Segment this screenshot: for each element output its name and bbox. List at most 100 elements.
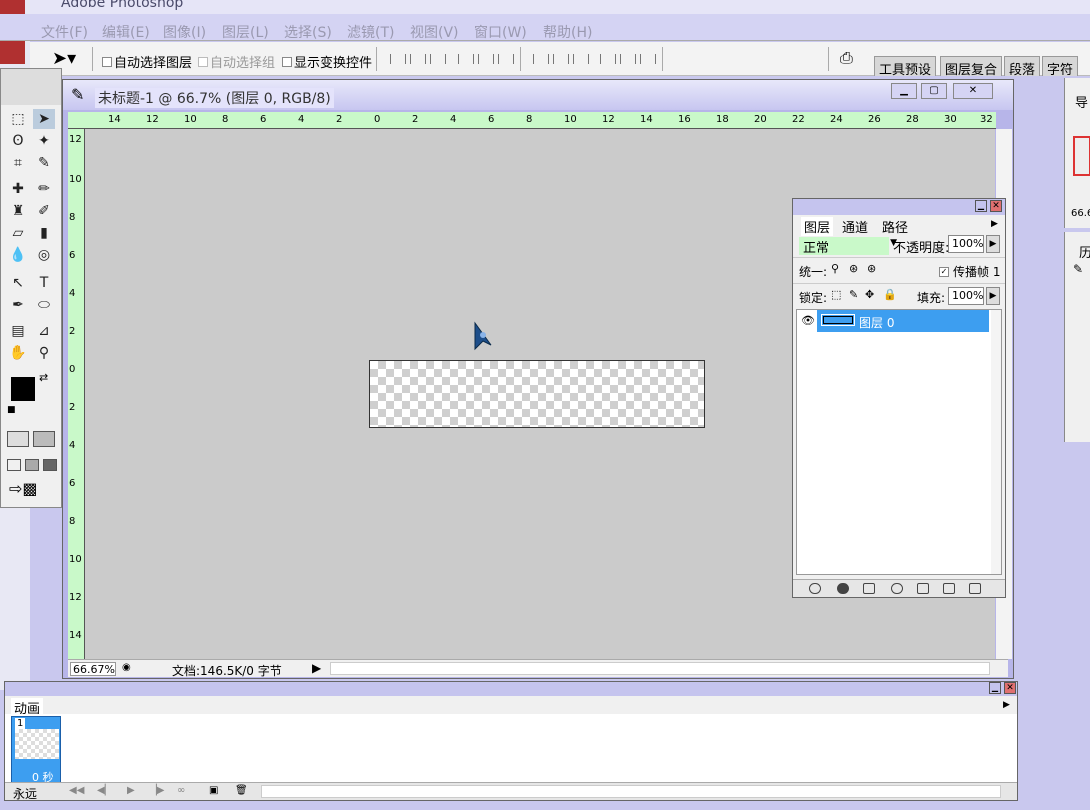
lock-position-icon[interactable]: ✥ <box>865 288 874 301</box>
lock-transparency-icon[interactable]: ⬚ <box>831 288 841 301</box>
animation-panel-header[interactable]: ▁ ✕ <box>5 682 1017 696</box>
anim-minimize-icon[interactable]: ▁ <box>989 682 1001 694</box>
navigator-preview[interactable] <box>1073 136 1090 176</box>
panel-minimize-icon[interactable]: ▁ <box>975 200 987 212</box>
standard-mode-icon[interactable] <box>7 431 29 447</box>
layer-row[interactable]: 图层 0 <box>817 310 989 332</box>
menu-view[interactable]: 视图(V) <box>410 22 459 42</box>
default-colors-icon[interactable]: ■ <box>7 405 16 415</box>
zoom-field[interactable]: 66.67% <box>70 662 116 676</box>
align-top-icon[interactable] <box>390 54 406 64</box>
history-snapshot-icon[interactable]: ✎ <box>1073 262 1083 276</box>
tab-channels[interactable]: 通道 <box>839 217 871 236</box>
align-right-icon[interactable] <box>498 54 514 64</box>
panel-menu-icon[interactable]: ▶ <box>991 219 998 229</box>
horizontal-scrollbar[interactable] <box>330 662 990 675</box>
well-tab-character[interactable]: 字符 <box>1042 56 1079 78</box>
delete-layer-icon[interactable] <box>969 583 981 594</box>
animation-frame[interactable]: 1 0 秒 <box>11 716 61 784</box>
anim-menu-icon[interactable]: ▶ <box>1003 700 1010 710</box>
well-tab-layer-comps[interactable]: 图层复合 <box>940 56 1003 78</box>
maximize-button[interactable]: ▢ <box>921 83 947 99</box>
type-tool-icon[interactable]: T <box>33 273 55 293</box>
history-tab[interactable]: 历 <box>1079 242 1090 261</box>
horizontal-ruler[interactable]: 14 12 10 8 6 4 2 0 2 4 6 8 10 12 14 16 1… <box>68 112 996 129</box>
menu-layer[interactable]: 图层(L) <box>222 22 269 42</box>
propagate-frame-checkbox[interactable]: ✓ <box>939 264 949 278</box>
shape-tool-icon[interactable]: ⬭ <box>33 295 55 315</box>
tab-layers[interactable]: 图层 <box>801 217 834 236</box>
layers-panel-header[interactable]: ▁ ✕ <box>793 199 1005 215</box>
play-icon[interactable]: ▶ <box>127 785 135 796</box>
lock-pixels-icon[interactable]: ✎ <box>849 288 858 301</box>
panel-close-icon[interactable]: ✕ <box>990 200 1002 212</box>
duplicate-frame-icon[interactable]: ▣ <box>209 785 218 796</box>
tab-paths[interactable]: 路径 <box>879 217 911 236</box>
menu-window[interactable]: 窗口(W) <box>474 22 527 42</box>
navigator-tab[interactable]: 导 <box>1075 92 1088 111</box>
show-transform-checkbox[interactable] <box>282 54 292 68</box>
slice-tool-icon[interactable]: ✎ <box>33 153 55 173</box>
status-arrow-icon[interactable]: ▶ <box>312 661 321 675</box>
well-tab-paragraph[interactable]: 段落 <box>1004 56 1041 78</box>
menu-edit[interactable]: 编辑(E) <box>102 22 150 42</box>
menu-file[interactable]: 文件(F) <box>41 22 88 42</box>
close-button[interactable]: ✕ <box>953 83 993 99</box>
distribute-top-icon[interactable] <box>533 54 549 64</box>
vertical-ruler[interactable]: 12 10 8 6 4 2 0 2 4 6 8 10 12 14 <box>68 129 85 659</box>
align-vcenter-icon[interactable] <box>410 54 426 64</box>
distribute-vcenter-icon[interactable] <box>553 54 569 64</box>
layer-style-icon[interactable] <box>837 583 849 594</box>
link-layers-icon[interactable] <box>809 583 821 594</box>
first-frame-icon[interactable]: ◀◀ <box>69 785 84 796</box>
zoom-tool-icon[interactable]: ⚲ <box>33 343 55 363</box>
menu-help[interactable]: 帮助(H) <box>543 22 592 42</box>
distribute-hcenter-icon[interactable] <box>620 54 636 64</box>
loop-select[interactable]: 永远 <box>13 785 37 802</box>
screen-mode-standard-icon[interactable] <box>7 459 21 471</box>
jump-to-imageready-icon[interactable]: ⇨▩ <box>9 479 38 498</box>
screen-mode-full-icon[interactable] <box>43 459 57 471</box>
layer-mask-icon[interactable] <box>863 583 875 594</box>
screen-mode-full-menu-icon[interactable] <box>25 459 39 471</box>
move-tool-preset-icon[interactable]: ➤▾ <box>52 48 76 69</box>
distribute-right-icon[interactable] <box>640 54 656 64</box>
fill-slider-button[interactable]: ▶ <box>986 287 1000 305</box>
menu-select[interactable]: 选择(S) <box>284 22 332 42</box>
move-tool-icon[interactable]: ➤ <box>33 109 55 129</box>
brush-tool-icon[interactable]: ✏ <box>33 179 55 199</box>
layer-list-scrollbar[interactable] <box>991 310 1001 574</box>
gradient-tool-icon[interactable]: ▮ <box>33 223 55 243</box>
quick-mask-icon[interactable] <box>33 431 55 447</box>
unify-visibility-icon[interactable]: ⊛ <box>849 262 858 275</box>
adjustment-layer-icon[interactable] <box>891 583 903 594</box>
delete-frame-icon[interactable]: 🗑 <box>235 785 248 796</box>
clone-stamp-icon[interactable]: ♜ <box>7 201 29 221</box>
unify-style-icon[interactable]: ⊛ <box>867 262 876 275</box>
eraser-tool-icon[interactable]: ▱ <box>7 223 29 243</box>
healing-brush-icon[interactable]: ✚ <box>7 179 29 199</box>
tween-icon[interactable]: ∞ <box>177 785 185 796</box>
status-menu-icon[interactable]: ◉ <box>122 662 131 673</box>
marquee-tool-icon[interactable]: ⬚ <box>7 109 29 129</box>
well-tab-tool-presets[interactable]: 工具预设 <box>874 56 937 78</box>
magic-wand-icon[interactable]: ✦ <box>33 131 55 151</box>
unify-position-icon[interactable]: ⚲ <box>831 262 839 275</box>
align-bottom-icon[interactable] <box>430 54 446 64</box>
notes-tool-icon[interactable]: ▤ <box>7 321 29 341</box>
prev-frame-icon[interactable]: ◀▏ <box>97 785 112 796</box>
distribute-left-icon[interactable] <box>600 54 616 64</box>
path-select-icon[interactable]: ↖ <box>7 273 29 293</box>
transparent-canvas[interactable] <box>369 360 705 428</box>
auto-select-group-checkbox[interactable] <box>198 54 208 68</box>
history-brush-icon[interactable]: ✐ <box>33 201 55 221</box>
opacity-input[interactable]: 100% <box>948 235 984 253</box>
crop-tool-icon[interactable]: ⌗ <box>7 153 29 173</box>
opacity-slider-button[interactable]: ▶ <box>986 235 1000 253</box>
eyedropper-icon[interactable]: ⊿ <box>33 321 55 341</box>
anim-close-icon[interactable]: ✕ <box>1004 682 1016 694</box>
lock-all-icon[interactable]: 🔒 <box>883 288 897 301</box>
fill-input[interactable]: 100% <box>948 287 984 305</box>
distribute-bottom-icon[interactable] <box>573 54 589 64</box>
dodge-tool-icon[interactable]: ◎ <box>33 245 55 265</box>
